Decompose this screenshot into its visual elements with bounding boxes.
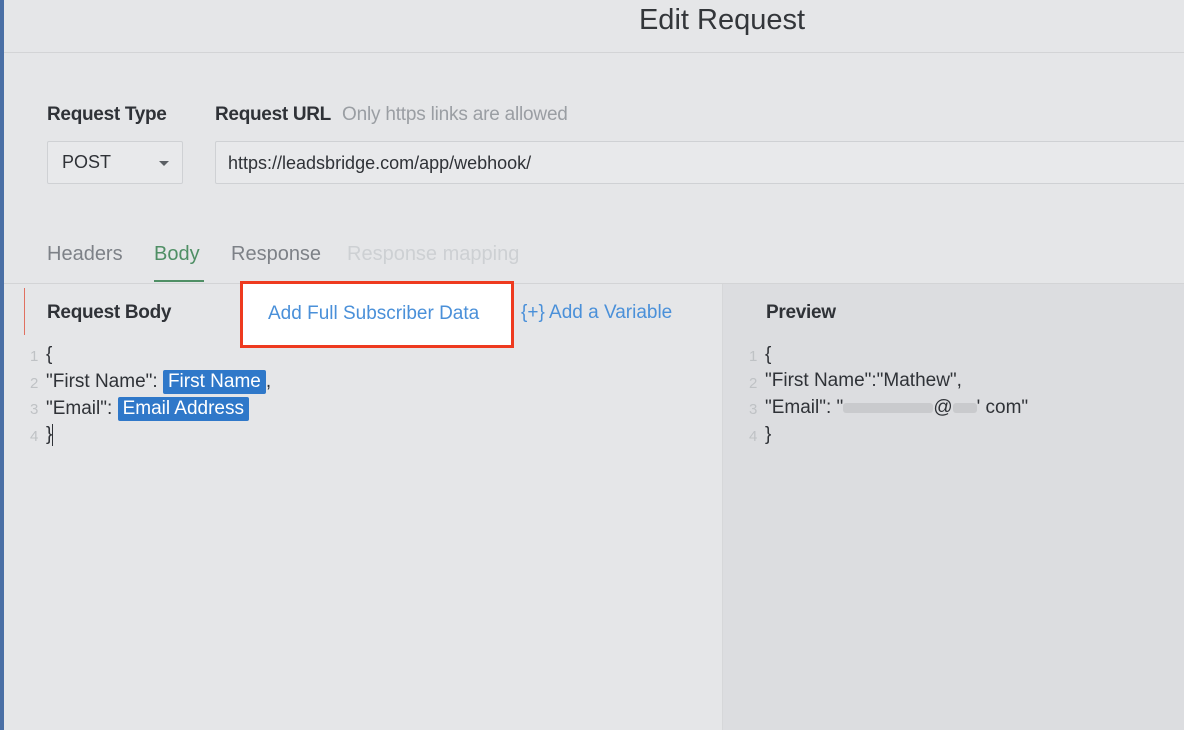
json-key: "First Name": [46, 371, 158, 392]
line-number: 2 [749, 375, 758, 392]
preview-title: Preview [766, 302, 836, 323]
redacted-text [843, 402, 934, 413]
request-url-value: https://leadsbridge.com/app/webhook/ [228, 153, 532, 173]
request-body-title: Request Body [47, 302, 172, 323]
preview-line: "First Name":"Mathew", [765, 370, 962, 391]
preview-pane [723, 284, 1184, 730]
json-key: "Email": [46, 398, 113, 419]
add-full-subscriber-data-button[interactable]: Add Full Subscriber Data [268, 303, 479, 325]
request-type-value: POST [62, 152, 112, 172]
active-tab-indicator [154, 280, 204, 282]
title-divider [4, 52, 1184, 53]
tab-body[interactable]: Body [154, 243, 200, 266]
text-cursor [52, 424, 54, 446]
email-at: @ [933, 397, 953, 418]
preview-line: } [765, 424, 772, 445]
tab-response-mapping[interactable]: Response mapping [347, 243, 519, 266]
code-line: "Email": Email Address [46, 397, 250, 421]
line-number: 1 [749, 348, 758, 365]
preview-line: "Email": " @ ' com" [765, 397, 1028, 419]
line-number: 1 [30, 348, 39, 365]
tab-response[interactable]: Response [231, 243, 321, 266]
line-number: 3 [749, 401, 758, 418]
add-variable-button[interactable]: {+} Add a Variable [521, 302, 672, 324]
json-key: "Email": " [765, 397, 844, 418]
email-tail: ' com" [976, 397, 1029, 418]
request-type-label: Request Type [47, 104, 167, 125]
pane-divider [722, 284, 723, 730]
line-number: 4 [30, 428, 39, 445]
line-number: 3 [30, 401, 39, 418]
request-url-input[interactable]: https://leadsbridge.com/app/webhook/ [215, 141, 1184, 184]
code-line: "First Name": First Name, [46, 370, 271, 394]
request-url-label: Request URL [215, 104, 331, 125]
request-url-hint: Only https links are allowed [342, 104, 568, 125]
left-edge-bar [0, 0, 4, 730]
redacted-text [952, 402, 977, 413]
caret-down-icon [159, 161, 169, 166]
page-title: Edit Request [638, 4, 806, 36]
line-number: 2 [30, 375, 39, 392]
request-type-select[interactable]: POST [47, 141, 183, 184]
editor-accent [24, 288, 25, 335]
preview-line: { [765, 344, 772, 365]
first-name-variable-chip[interactable]: First Name [162, 370, 266, 394]
tab-headers[interactable]: Headers [47, 243, 123, 266]
line-number: 4 [749, 428, 758, 445]
add-full-subscriber-data-highlight[interactable]: Add Full Subscriber Data [240, 281, 514, 348]
code-line: { [46, 344, 53, 365]
email-address-variable-chip[interactable]: Email Address [117, 397, 250, 421]
json-comma: , [265, 371, 272, 392]
code-line: } [46, 424, 54, 446]
